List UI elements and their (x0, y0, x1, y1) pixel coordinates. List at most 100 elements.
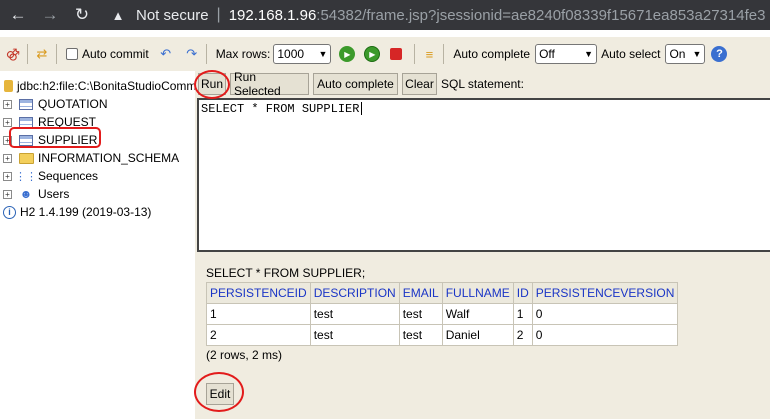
toolbar-divider (414, 44, 416, 64)
table-cell: test (309, 303, 400, 325)
auto-complete-button[interactable]: Auto complete (313, 73, 398, 95)
table-cell: 1 (512, 303, 533, 325)
tree-item-request[interactable]: + REQUEST (0, 113, 96, 131)
table-cell: test (398, 303, 443, 325)
tree-item-label: Sequences (38, 169, 99, 183)
sql-editor[interactable]: SELECT * FROM SUPPLIER (197, 98, 770, 252)
rollback-icon[interactable]: ↶ (157, 45, 175, 63)
url-host: 192.168.1.96 (228, 6, 317, 24)
table-icon (18, 115, 34, 129)
expand-icon[interactable]: + (3, 99, 12, 109)
back-arrow-icon[interactable]: ← (6, 3, 30, 27)
address-bar[interactable]: ▲ Not secure | 192.168.1.96 :54382/frame… (104, 0, 770, 30)
clear-button[interactable]: Clear (402, 73, 437, 95)
chevron-down-icon: ▼ (584, 49, 594, 59)
version-info: i H2 1.4.199 (2019-03-13) (0, 203, 151, 221)
sequences-icon: ⋮⋮ (15, 170, 37, 183)
info-icon: i (3, 205, 16, 219)
auto-commit-label: Auto commit (82, 47, 149, 61)
expand-icon[interactable]: + (3, 189, 12, 199)
toolbar-divider (443, 44, 445, 64)
edit-button[interactable]: Edit (206, 383, 234, 405)
toolbar-divider (205, 44, 207, 64)
connection-label: jdbc:h2:file:C:\BonitaStudioComm (17, 79, 195, 93)
max-rows-select[interactable]: 1000 ▼ (273, 44, 332, 64)
table-cell: 2 (512, 324, 533, 346)
commit-icon[interactable]: ↷ (183, 45, 201, 63)
help-icon[interactable]: ? (711, 46, 728, 62)
tree-item-label: SUPPLIER (38, 133, 98, 147)
table-cell: 0 (531, 303, 679, 325)
refresh-icon[interactable]: ⇄ (33, 45, 51, 63)
result-table: PERSISTENCEID DESCRIPTION EMAIL FULLNAME… (206, 282, 679, 346)
auto-select-value: On (669, 47, 686, 61)
chevron-down-icon: ▼ (318, 49, 328, 59)
tree-item-label: INFORMATION_SCHEMA (38, 151, 180, 165)
max-rows-label: Max rows: (215, 47, 271, 61)
tree-item-supplier[interactable]: + SUPPLIER (0, 131, 97, 149)
stop-icon[interactable] (390, 48, 403, 60)
auto-complete-value: Off (539, 47, 555, 61)
reload-icon[interactable]: ↻ (70, 3, 94, 27)
url-path: :54382/frame.jsp?jsessionid=ae8240f08339… (316, 6, 766, 24)
toolbar-divider (27, 44, 28, 64)
tree-connection[interactable]: jdbc:h2:file:C:\BonitaStudioComm (0, 77, 195, 95)
column-header[interactable]: ID (512, 282, 533, 304)
auto-complete-select[interactable]: Off ▼ (535, 44, 598, 64)
table-cell: Walf (441, 303, 514, 325)
tree-item-quotation[interactable]: + QUOTATION (0, 95, 108, 113)
run-selected-icon[interactable]: ▶ (364, 46, 381, 62)
users-icon: ☻ (19, 187, 33, 201)
folder-icon (18, 151, 34, 165)
text-caret (361, 102, 363, 116)
history-icon[interactable]: ≡ (420, 45, 438, 63)
table-cell: 1 (206, 303, 311, 325)
run-button[interactable]: Run (198, 73, 226, 95)
auto-commit-checkbox[interactable] (66, 48, 78, 60)
column-header[interactable]: EMAIL (398, 282, 443, 304)
expand-icon[interactable]: + (3, 171, 12, 181)
expand-icon[interactable]: + (3, 135, 12, 145)
sql-statement-label: SQL statement: (441, 77, 524, 91)
expand-icon[interactable]: + (3, 117, 12, 127)
run-icon[interactable]: ▶ (339, 46, 356, 62)
table-header-row: PERSISTENCEID DESCRIPTION EMAIL FULLNAME… (206, 282, 679, 304)
query-panel: Run Run Selected Auto complete Clear SQL… (195, 70, 770, 419)
version-label: H2 1.4.199 (2019-03-13) (20, 205, 152, 219)
column-header[interactable]: PERSISTENCEID (206, 282, 311, 304)
auto-select-select[interactable]: On ▼ (665, 44, 706, 64)
database-icon (4, 80, 13, 92)
forward-arrow-icon[interactable]: → (38, 3, 62, 27)
table-row: 2 test test Daniel 2 0 (206, 324, 679, 346)
toolbar-divider (56, 44, 57, 64)
disconnect-icon[interactable]: ⚣ (4, 45, 22, 63)
schema-tree: jdbc:h2:file:C:\BonitaStudioComm + QUOTA… (0, 71, 195, 419)
table-cell: test (309, 324, 400, 346)
column-header[interactable]: FULLNAME (441, 282, 514, 304)
security-label: Not secure (136, 6, 209, 24)
result-query: SELECT * FROM SUPPLIER; (206, 266, 366, 280)
column-header[interactable]: PERSISTENCEVERSION (531, 282, 679, 304)
table-cell: 2 (206, 324, 311, 346)
table-row: 1 test test Walf 1 0 (206, 303, 679, 325)
expand-icon[interactable]: + (3, 153, 12, 163)
chevron-down-icon: ▼ (692, 49, 702, 59)
row-count: (2 rows, 2 ms) (206, 348, 283, 362)
sql-editor-text: SELECT * FROM SUPPLIER (201, 102, 360, 116)
tree-item-label: QUOTATION (38, 97, 108, 111)
tree-item-users[interactable]: + ☻ Users (0, 185, 69, 203)
tree-item-information-schema[interactable]: + INFORMATION_SCHEMA (0, 149, 179, 167)
tree-item-label: REQUEST (38, 115, 97, 129)
h2-toolbar: ⚣ ⇄ Auto commit ↶ ↷ Max rows: 1000 ▼ ▶ ▶… (0, 37, 770, 71)
auto-select-label: Auto select (601, 47, 661, 61)
max-rows-value: 1000 (277, 47, 305, 61)
auto-complete-label: Auto complete (453, 47, 531, 61)
column-header[interactable]: DESCRIPTION (309, 282, 400, 304)
table-cell: test (398, 324, 443, 346)
table-icon (18, 133, 34, 147)
table-cell: 0 (531, 324, 679, 346)
table-cell: Daniel (441, 324, 514, 346)
tree-item-sequences[interactable]: + ⋮⋮ Sequences (0, 167, 98, 185)
run-selected-button[interactable]: Run Selected (230, 70, 309, 98)
tree-item-label: Users (38, 187, 70, 201)
